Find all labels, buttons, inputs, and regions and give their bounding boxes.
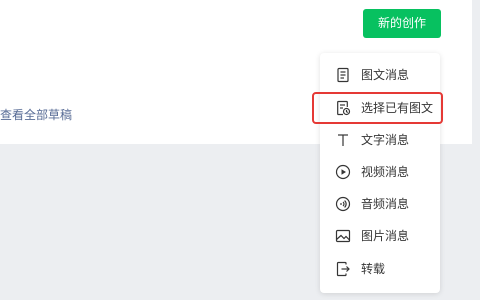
audio-circle-icon xyxy=(335,196,351,212)
menu-item-repost[interactable]: 转载 xyxy=(320,253,440,285)
text-t-icon xyxy=(335,132,351,148)
menu-item-label: 转载 xyxy=(361,262,386,276)
menu-item-audio-message[interactable]: 音频消息 xyxy=(320,188,440,220)
menu-item-label: 图片消息 xyxy=(361,229,410,243)
menu-item-label: 视频消息 xyxy=(361,165,410,179)
menu-item-article[interactable]: 图文消息 xyxy=(320,59,440,91)
menu-item-text-message[interactable]: 文字消息 xyxy=(320,124,440,156)
menu-item-label: 选择已有图文 xyxy=(361,101,434,115)
new-creation-button[interactable]: 新的创作 xyxy=(363,9,441,38)
repost-icon xyxy=(335,261,351,277)
menu-item-select-existing-article[interactable]: 选择已有图文 xyxy=(320,92,440,124)
view-all-drafts-link[interactable]: 查看全部草稿 xyxy=(0,106,72,123)
menu-item-label: 图文消息 xyxy=(361,68,410,82)
new-creation-dropdown-menu: 图文消息 选择已有图文 文字消息 视频消息 音频消息 图片消息 转载 xyxy=(320,53,440,293)
document-icon xyxy=(335,67,351,83)
image-icon xyxy=(335,228,351,244)
play-circle-icon xyxy=(335,164,351,180)
menu-item-label: 音频消息 xyxy=(361,197,410,211)
menu-item-video-message[interactable]: 视频消息 xyxy=(320,156,440,188)
menu-item-label: 文字消息 xyxy=(361,133,410,147)
document-clock-icon xyxy=(335,100,351,116)
menu-item-image-message[interactable]: 图片消息 xyxy=(320,220,440,252)
